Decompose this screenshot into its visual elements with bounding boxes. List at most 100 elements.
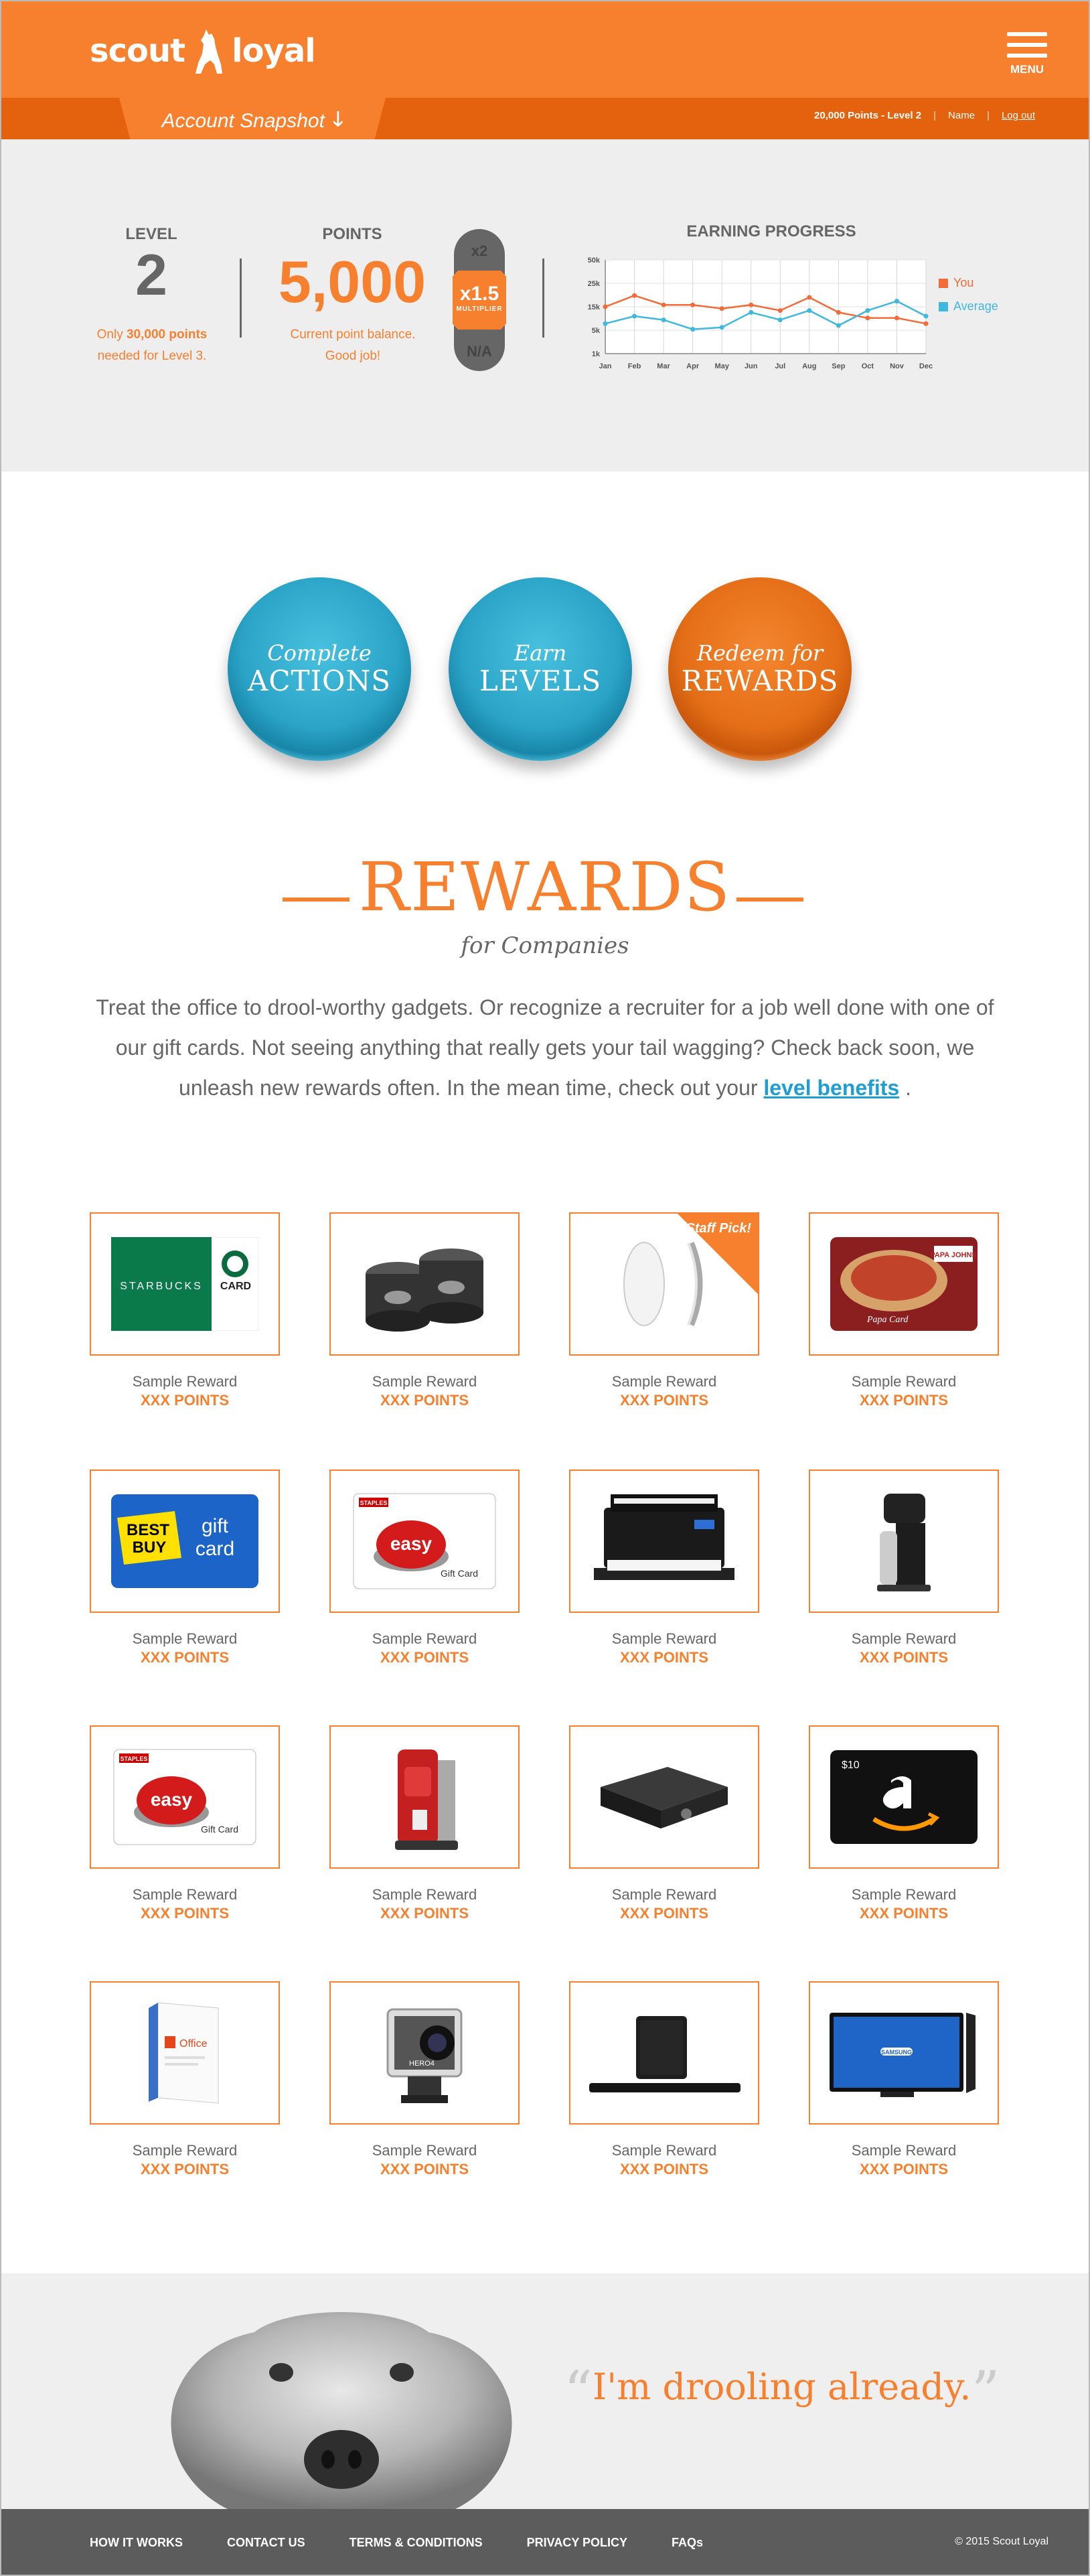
reward-card[interactable]: STAPLES easy Gift Card: [329, 1470, 520, 1613]
reward-image: [570, 1471, 758, 1612]
card-text: CARD: [220, 1281, 251, 1292]
legend-you: You: [939, 276, 998, 290]
samsung-text: SAMSUNG: [881, 2049, 912, 2056]
reward-name: Sample Reward: [132, 1373, 238, 1390]
level-benefits-link[interactable]: level benefits: [763, 1076, 899, 1100]
multiplier-value: x1.5: [459, 283, 499, 305]
reward-card[interactable]: Staff Pick!: [569, 1212, 759, 1356]
reward-card[interactable]: $10: [809, 1725, 999, 1869]
logo-text-left: scout: [90, 32, 185, 70]
reward-card[interactable]: HERO4: [329, 1981, 520, 2125]
chart-point-series-0: [690, 302, 696, 307]
staples-card-image: STAPLES easy Gift Card: [113, 1749, 256, 1845]
complete-actions-button[interactable]: Complete ACTIONS: [228, 577, 411, 761]
reward-card[interactable]: STAPLES easy Gift Card: [90, 1725, 280, 1869]
reward-card[interactable]: [569, 1725, 759, 1869]
best-text: BEST: [127, 1521, 169, 1539]
reward-card[interactable]: BEST BUY gift card: [90, 1470, 280, 1613]
chart-x-tick-label: Dec: [919, 362, 933, 370]
reward-image: STAPLES easy Gift Card: [331, 1471, 518, 1612]
chart-point-series-0: [865, 315, 870, 321]
testimonial-quote: “I'm drooling already.”: [564, 2359, 1000, 2425]
page: scout loyal MENU Account Snapshot 🡓 20,0…: [0, 0, 1090, 2576]
reward-points: XXX POINTS: [619, 1905, 709, 1922]
multiplier-next: x2: [471, 242, 488, 259]
reward-name: Sample Reward: [372, 1630, 477, 1647]
menu-button[interactable]: MENU: [1007, 32, 1047, 76]
card-text-2: card: [196, 1538, 234, 1560]
reward-points: XXX POINTS: [619, 1392, 709, 1409]
reward-card[interactable]: [569, 1470, 759, 1613]
rewards-description-end: .: [899, 1076, 911, 1100]
reward-card[interactable]: STARBUCKS CARD: [90, 1212, 280, 1356]
reward-name: Sample Reward: [132, 1630, 238, 1647]
reward-name: Sample Reward: [611, 2142, 717, 2159]
gift-card-text: Gift Card: [201, 1824, 238, 1835]
reward-name: Sample Reward: [132, 2142, 238, 2159]
reward-points: XXX POINTS: [859, 2161, 949, 2177]
level-value: 2: [135, 243, 167, 307]
chart-point-series-1: [603, 321, 608, 326]
user-info-bar: 20,000 Points - Level 2 | Name | Log out: [814, 110, 1035, 121]
gopro-image: HERO4: [386, 2008, 463, 2103]
earn-levels-button[interactable]: Earn LEVELS: [449, 577, 632, 761]
level-note-pre: Only: [96, 328, 127, 342]
reward-card[interactable]: [809, 1470, 999, 1613]
reward-card[interactable]: Office: [90, 1981, 280, 2125]
reward-points: XXX POINTS: [619, 1649, 709, 1666]
reward-name: Sample Reward: [851, 1373, 957, 1390]
footer-link-terms[interactable]: TERMS & CONDITIONS: [349, 2536, 483, 2550]
chart-point-series-0: [894, 315, 899, 321]
chart-point-series-0: [719, 306, 724, 311]
chart-legend: You Average: [939, 276, 998, 323]
reward-card[interactable]: [329, 1212, 520, 1356]
chart-title: EARNING PROGRESS: [686, 222, 856, 240]
account-snapshot-label: Account Snapshot: [161, 110, 325, 132]
chart-point-series-0: [603, 304, 608, 309]
chart-point-series-1: [836, 323, 841, 328]
footer-link-how-it-works[interactable]: HOW IT WORKS: [90, 2536, 183, 2550]
logout-link[interactable]: Log out: [1002, 110, 1035, 121]
quote-close-icon: ”: [971, 2359, 1000, 2425]
footer: HOW IT WORKS CONTACT US TERMS & CONDITIO…: [1, 2509, 1089, 2575]
reward-points: XXX POINTS: [619, 2161, 709, 2177]
reward-card[interactable]: [569, 1981, 759, 2125]
bestbuy-card-image: BESTBUY giftcard: [111, 1494, 258, 1588]
reward-card[interactable]: PAPA JOHNS Papa Card: [809, 1212, 999, 1356]
reward-card[interactable]: SAMSUNG: [809, 1981, 999, 2125]
chart-point-series-1: [632, 313, 637, 319]
coffee-machine-image: [395, 1749, 458, 1850]
chart-x-tick-label: Apr: [686, 362, 700, 370]
hamburger-icon: [1007, 32, 1047, 36]
reward-card[interactable]: [329, 1725, 520, 1869]
office-box-image: Office: [149, 2002, 219, 2104]
reward-points: XXX POINTS: [859, 1649, 949, 1666]
amazon-value-text: $10: [842, 1760, 860, 1771]
chart-point-series-1: [777, 317, 783, 323]
footer-link-privacy[interactable]: PRIVACY POLICY: [527, 2536, 627, 2550]
reward-points: XXX POINTS: [859, 1392, 949, 1409]
easy-text: easy: [151, 1789, 193, 1810]
reward-points: XXX POINTS: [140, 1649, 230, 1666]
footer-link-faqs[interactable]: FAQs: [672, 2536, 703, 2550]
reward-image: STAPLES easy Gift Card: [91, 1727, 279, 1867]
reward-points: XXX POINTS: [859, 1905, 949, 1922]
user-name-link[interactable]: Name: [948, 110, 975, 121]
divider: [542, 259, 544, 338]
amazon-card-image: $10: [830, 1750, 978, 1844]
points-note: Current point balance. Good job!: [269, 324, 437, 367]
redeem-rewards-button[interactable]: Redeem for REWARDS: [668, 577, 852, 761]
logo[interactable]: scout loyal: [90, 27, 316, 75]
chart-x-tick-label: Sep: [832, 362, 845, 370]
earn-levels-top: Earn: [514, 640, 567, 666]
reward-name: Sample Reward: [851, 1630, 957, 1647]
sodastream-image: [877, 1494, 931, 1591]
reward-points: XXX POINTS: [140, 1905, 230, 1922]
footer-link-contact[interactable]: CONTACT US: [227, 2536, 305, 2550]
divider: [240, 259, 242, 338]
chart-x-tick-label: Oct: [862, 362, 874, 370]
papa-johns-card-image: PAPA JOHNS Papa Card: [830, 1237, 978, 1331]
reward-points: XXX POINTS: [380, 1905, 469, 1922]
reward-image: BEST BUY gift card: [91, 1471, 279, 1612]
chart-y-tick-label: 5k: [592, 327, 601, 335]
